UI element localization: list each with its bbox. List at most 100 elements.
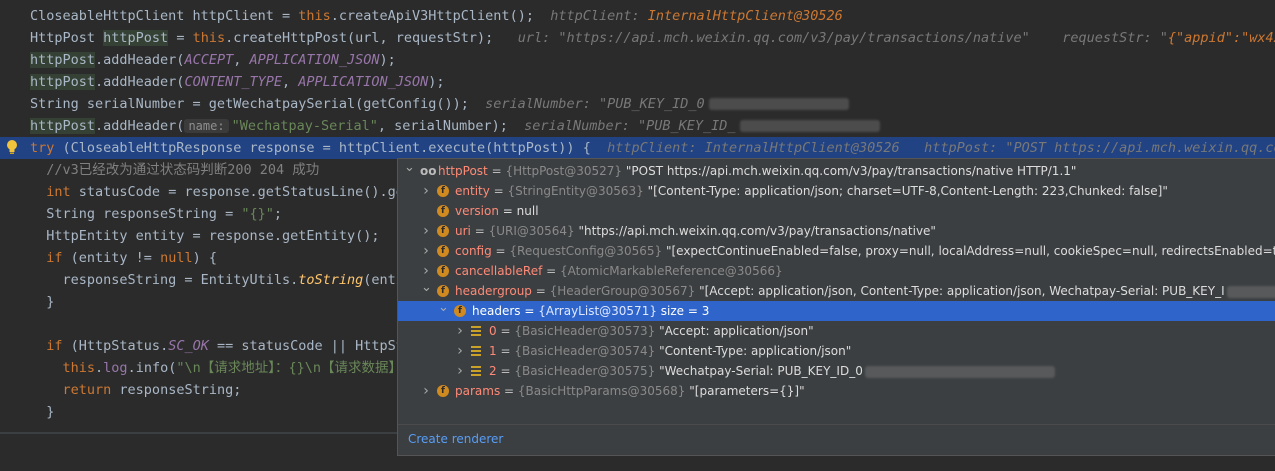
- debugger-tree-row[interactable]: › f entity = {StringEntity@30563} "[Conten…: [398, 181, 1275, 201]
- field-type: {BasicHeader@30574}: [514, 344, 656, 358]
- array-element-icon: [471, 346, 481, 356]
- field-value: = null: [502, 204, 539, 218]
- array-element-icon: [471, 326, 481, 336]
- field-value: "Wechatpay-Serial: PUB_KEY_ID_0: [659, 364, 863, 378]
- code-token: "Wechatpay-Serial": [231, 118, 378, 134]
- chevron-right-icon[interactable]: ›: [455, 321, 465, 341]
- code-token: (CloseableHttpResponse response = httpCl…: [54, 140, 591, 156]
- debugger-row-text: 2 = {BasicHeader@30575} "Wechatpay-Seria…: [489, 361, 1055, 381]
- code-token: .addHeader(: [95, 118, 185, 134]
- field-name: 2: [489, 364, 497, 378]
- field-icon: f: [437, 265, 449, 277]
- code-token: "{}": [241, 206, 274, 222]
- chevron-down-icon[interactable]: ⌄: [404, 161, 415, 178]
- code-token: httpPost: [30, 118, 96, 134]
- code-token: );: [379, 52, 396, 68]
- field-type: {ArrayList@30571}: [538, 304, 657, 318]
- field-type: {BasicHeader@30575}: [514, 364, 656, 378]
- field-name: cancellableRef: [455, 264, 543, 278]
- debugger-tree-row[interactable]: › 2 = {BasicHeader@30575} "Wechatpay-Seri…: [398, 361, 1275, 381]
- debugger-variables-popup[interactable]: Create renderer ⌄ oo httpPost = {HttpPost@…: [397, 158, 1275, 456]
- debugger-tree-row[interactable]: ⌄ oo httpPost = {HttpPost@30527} "POST htt…: [398, 161, 1275, 181]
- code-token: int: [46, 184, 71, 200]
- code-token: == statusCode || HttpSt: [208, 338, 404, 354]
- chevron-right-icon[interactable]: ›: [455, 361, 465, 381]
- debugger-row-text: cancellableRef = {AtomicMarkableReferenc…: [455, 261, 783, 281]
- field-name: version: [455, 204, 499, 218]
- equals-sign: =: [542, 264, 560, 278]
- debugger-row-text: config = {RequestConfig@30565} "[expectC…: [455, 241, 1275, 261]
- code-token: {"appid":"wx42bb0: [1167, 30, 1275, 46]
- debugger-tree-row[interactable]: ⌄ f headers = {ArrayList@30571} size = 3: [398, 301, 1275, 321]
- debugger-tree-row[interactable]: › f cancellableRef = {AtomicMarkableRefere…: [398, 261, 1275, 281]
- code-token: ) {: [192, 250, 217, 266]
- chevron-right-icon[interactable]: ›: [421, 381, 431, 401]
- equals-sign: =: [470, 224, 489, 238]
- debugger-tree-row[interactable]: › f params = {BasicHttpParams@30568} "[par…: [398, 381, 1275, 401]
- field-value: "https://api.mch.weixin.qq.com/v3/pay/tr…: [578, 224, 936, 238]
- code-token: toString: [298, 272, 364, 288]
- watch-icon: oo: [420, 164, 437, 178]
- code-token: httpPost: "POST https://api.mch.weixin.q…: [899, 140, 1275, 156]
- debugger-tree-row[interactable]: › 1 = {BasicHeader@30574} "Content-Type: …: [398, 341, 1275, 361]
- field-value: "Content-Type: application/json": [659, 344, 852, 358]
- chevron-right-icon[interactable]: ›: [421, 221, 431, 241]
- chevron-right-icon[interactable]: ›: [421, 241, 431, 261]
- debugger-tree-row[interactable]: › f uri = {URI@30564} "https://api.mch.wei…: [398, 221, 1275, 241]
- code-token: .info(: [127, 360, 177, 376]
- debugger-tree-row[interactable]: f version = null: [398, 201, 1275, 221]
- field-value: "Accept: application/json": [659, 324, 814, 338]
- code-token: name:: [184, 119, 229, 133]
- debugger-row-text: headergroup = {HeaderGroup@30567} "[Acce…: [455, 281, 1275, 301]
- code-line[interactable]: httpPost.addHeader(ACCEPT, APPLICATION_J…: [30, 49, 1275, 71]
- code-line[interactable]: String serialNumber = getWechatpaySerial…: [30, 93, 1275, 115]
- debugger-tree-row[interactable]: › 0 = {BasicHeader@30573} "Accept: applic…: [398, 321, 1275, 341]
- field-type: {URI@30564}: [488, 224, 575, 238]
- debugger-tree-row[interactable]: › f config = {RequestConfig@30565} "[expec…: [398, 241, 1275, 261]
- code-token: requestStr: ": [1029, 30, 1168, 46]
- lightbulb-icon[interactable]: [5, 139, 19, 155]
- debugger-row-text: entity = {StringEntity@30563} "[Content-…: [455, 181, 1168, 201]
- code-token: httpPost: [30, 52, 96, 68]
- code-token: ACCEPT: [184, 52, 234, 68]
- field-name: config: [455, 244, 492, 258]
- code-token: createApiV3HttpClient: [338, 8, 510, 24]
- debugger-row-text: version = null: [455, 201, 539, 221]
- code-token: HttpPost: [30, 30, 104, 46]
- redacted-value: [864, 365, 1055, 378]
- chevron-down-icon[interactable]: ⌄: [421, 281, 432, 298]
- equals-sign: =: [489, 184, 508, 198]
- code-line[interactable]: httpPost.addHeader(name: "Wechatpay-Seria…: [30, 115, 1275, 137]
- code-line[interactable]: httpPost.addHeader(CONTENT_TYPE, APPLICA…: [30, 71, 1275, 93]
- field-icon: f: [454, 305, 466, 317]
- create-renderer-link[interactable]: Create renderer: [408, 432, 503, 446]
- code-token: CloseableHttpClient httpClient =: [30, 8, 299, 24]
- code-token: );: [428, 74, 445, 90]
- field-name: 1: [489, 344, 497, 358]
- code-token: }: [30, 404, 55, 420]
- field-value: "[Content-Type: application/json; charse…: [647, 184, 1168, 198]
- chevron-right-icon[interactable]: ›: [421, 181, 431, 201]
- code-token: .createHttpPost(url, requestStr);: [225, 30, 494, 46]
- debugger-tree-row[interactable]: ⌄ f headergroup = {HeaderGroup@30567} "[Ac…: [398, 281, 1275, 301]
- redacted-value: [708, 98, 849, 110]
- chevron-right-icon[interactable]: ›: [455, 341, 465, 361]
- field-icon: f: [437, 245, 449, 257]
- code-token: "\n【请求地址】：{}\n【请求数据】: [176, 360, 402, 376]
- code-token: log: [103, 360, 128, 376]
- equals-sign: =: [500, 384, 518, 398]
- code-token: statusCode = response.getStatusLine().ge…: [70, 184, 413, 200]
- equals-sign: =: [496, 364, 515, 378]
- code-line[interactable]: HttpPost httpPost = this.createHttpPost(…: [30, 27, 1275, 49]
- equals-sign: =: [496, 324, 515, 338]
- code-token: =: [168, 30, 193, 46]
- chevron-right-icon[interactable]: ›: [421, 261, 431, 281]
- field-name: 0: [489, 324, 497, 338]
- code-line-current[interactable]: try (CloseableHttpResponse response = ht…: [0, 137, 1275, 159]
- code-token: .: [330, 8, 339, 24]
- field-name: uri: [455, 224, 471, 238]
- code-line[interactable]: CloseableHttpClient httpClient = this.cr…: [30, 5, 1275, 27]
- code-token: SC_OK: [168, 338, 209, 354]
- chevron-down-icon[interactable]: ⌄: [438, 301, 449, 318]
